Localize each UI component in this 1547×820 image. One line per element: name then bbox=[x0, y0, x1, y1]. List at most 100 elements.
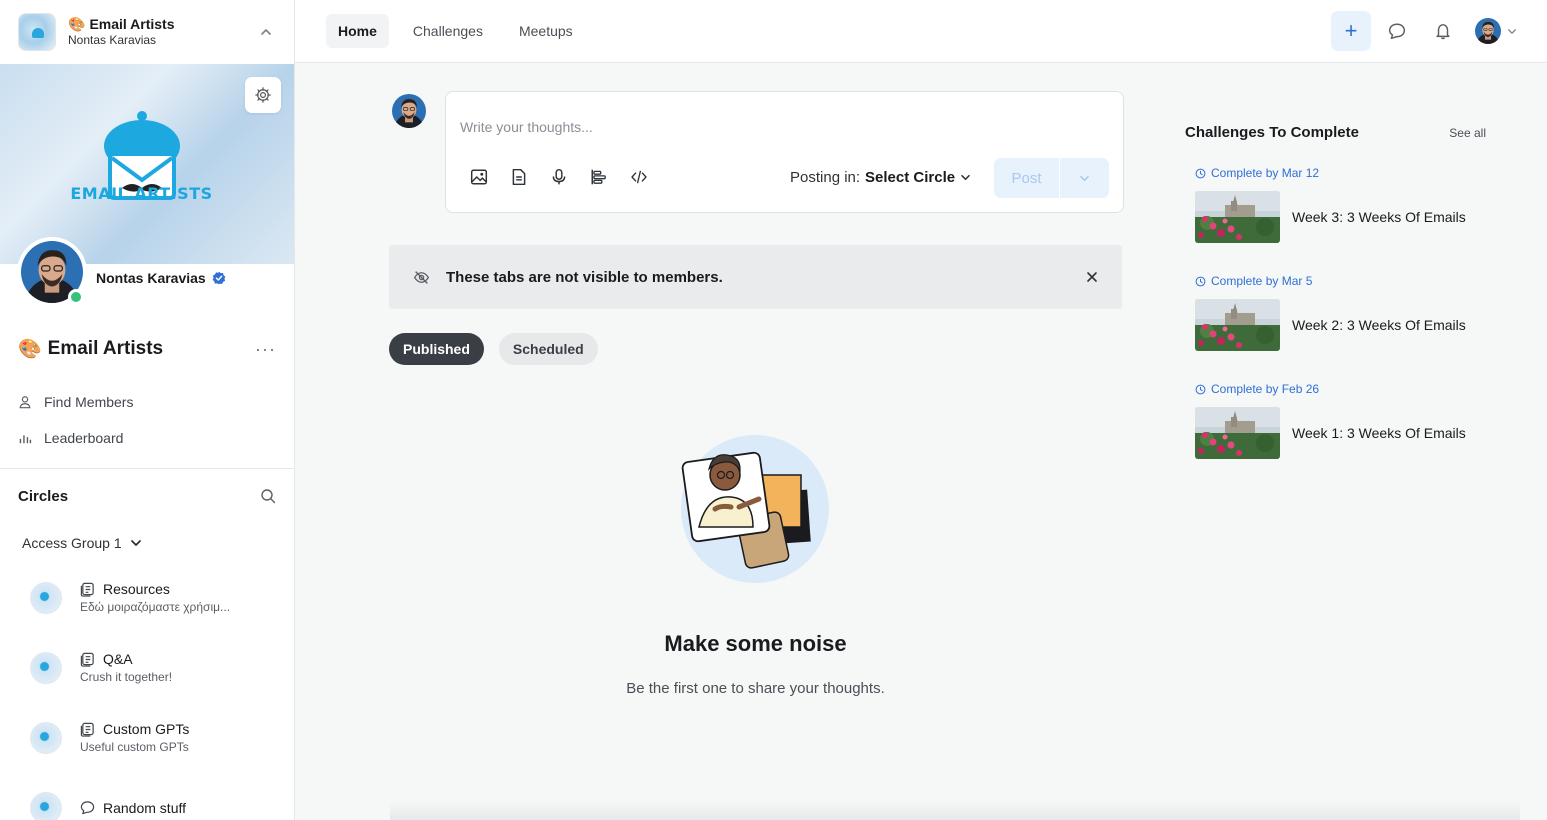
empty-state-title: Make some noise bbox=[664, 631, 847, 656]
circle-item-random-stuff[interactable]: Random stuff bbox=[0, 773, 294, 820]
nav-item-leaderboard[interactable]: Leaderboard bbox=[0, 420, 294, 456]
person-icon bbox=[19, 396, 31, 409]
circle-name: Custom GPTs bbox=[103, 721, 190, 738]
chat-icon bbox=[80, 801, 95, 815]
tab-challenges[interactable]: Challenges bbox=[401, 14, 495, 48]
composer-input[interactable]: Write your thoughts... bbox=[460, 119, 593, 135]
circle-avatar bbox=[30, 722, 62, 754]
create-button[interactable]: + bbox=[1331, 11, 1371, 51]
challenge-thumbnail bbox=[1195, 299, 1280, 351]
challenge-name: Week 3: 3 Weeks Of Emails bbox=[1292, 209, 1466, 225]
align-icon[interactable] bbox=[590, 168, 608, 186]
challenge-card[interactable]: Complete by Mar 5 Week 2: 3 Weeks Of Ema… bbox=[1195, 273, 1495, 351]
microphone-icon[interactable] bbox=[550, 168, 568, 186]
document-icon[interactable] bbox=[510, 168, 528, 186]
see-all-link[interactable]: See all bbox=[1449, 126, 1486, 140]
circle-avatar bbox=[30, 652, 62, 684]
workspace-emoji: 🎨 bbox=[68, 15, 86, 32]
nav-item-label: Find Members bbox=[44, 394, 134, 410]
community-header: 🎨 Email Artists ··· bbox=[0, 328, 294, 370]
access-group-dropdown[interactable]: Access Group 1 bbox=[0, 523, 294, 563]
clock-icon bbox=[1195, 276, 1206, 286]
post-options-button[interactable] bbox=[1060, 158, 1109, 198]
circle-item-custom-gpts[interactable]: Custom GPTs Useful custom GPTs bbox=[0, 703, 294, 773]
profile-name[interactable]: Nontas Karavias bbox=[96, 270, 206, 286]
circle-description: Εδώ μοιραζόμαστε χρήσιμ... bbox=[80, 600, 231, 615]
empty-state-illustration bbox=[681, 435, 829, 583]
bell-icon bbox=[1436, 24, 1450, 40]
circles-header: Circles bbox=[0, 469, 294, 523]
user-menu[interactable] bbox=[1475, 18, 1517, 44]
access-group-label: Access Group 1 bbox=[22, 535, 122, 551]
challenge-card[interactable]: Complete by Feb 26 Week 1: 3 Weeks Of Em… bbox=[1195, 381, 1495, 459]
chevron-down-icon bbox=[1080, 175, 1089, 181]
online-status-dot bbox=[68, 289, 84, 305]
circle-name: Random stuff bbox=[103, 799, 187, 816]
doc-icon bbox=[80, 652, 94, 667]
user-avatar bbox=[1475, 18, 1501, 44]
image-icon[interactable] bbox=[470, 168, 488, 186]
challenge-thumbnail bbox=[1195, 407, 1280, 459]
chat-icon bbox=[1388, 23, 1406, 40]
composer-avatar bbox=[392, 94, 426, 128]
posting-in-selector[interactable]: Posting in: Select Circle bbox=[790, 169, 971, 186]
gear-icon bbox=[255, 87, 271, 103]
community-cover bbox=[0, 64, 294, 264]
nav-item-label: Leaderboard bbox=[44, 430, 124, 446]
post-button-group: Post bbox=[994, 158, 1109, 198]
post-filter-tabs: Published Scheduled bbox=[389, 333, 598, 365]
challenge-card[interactable]: Complete by Mar 12 Week 3: 3 Weeks Of Em… bbox=[1195, 165, 1495, 243]
sidebar: 🎨 Email Artists Nontas Karavias EMAIL ART… bbox=[0, 0, 295, 820]
notifications-button[interactable] bbox=[1423, 11, 1463, 51]
chevron-down-icon bbox=[961, 174, 970, 181]
verified-badge-icon bbox=[212, 271, 226, 285]
eye-off-icon bbox=[413, 270, 430, 284]
community-nav: Find Members Leaderboard bbox=[0, 370, 294, 469]
circle-avatar bbox=[30, 582, 62, 614]
chevron-down-icon bbox=[130, 540, 141, 546]
circle-avatar bbox=[30, 792, 62, 820]
workspace-switcher[interactable]: 🎨 Email Artists Nontas Karavias bbox=[0, 0, 294, 64]
workspace-logo bbox=[18, 13, 56, 51]
code-icon[interactable] bbox=[630, 168, 648, 186]
community-title: Email Artists bbox=[47, 338, 164, 359]
challenge-name: Week 1: 3 Weeks Of Emails bbox=[1292, 425, 1466, 441]
tab-home[interactable]: Home bbox=[326, 14, 389, 48]
tab-meetups[interactable]: Meetups bbox=[507, 14, 585, 48]
notice-text: These tabs are not visible to members. bbox=[446, 268, 723, 286]
challenge-due-date: Complete by Mar 5 bbox=[1211, 274, 1313, 288]
scroll-shadow bbox=[390, 800, 1520, 820]
clock-icon bbox=[1195, 168, 1206, 178]
circles-title: Circles bbox=[18, 487, 69, 505]
challenge-due-date: Complete by Mar 12 bbox=[1211, 166, 1320, 180]
nav-item-find-members[interactable]: Find Members bbox=[0, 384, 294, 420]
doc-icon bbox=[80, 722, 94, 737]
top-bar: Home Challenges Meetups + bbox=[295, 0, 1547, 63]
challenge-name: Week 2: 3 Weeks Of Emails bbox=[1292, 317, 1466, 333]
leaderboard-icon bbox=[19, 435, 32, 444]
clock-icon bbox=[1195, 384, 1206, 394]
search-icon[interactable] bbox=[260, 488, 276, 504]
doc-icon bbox=[80, 582, 94, 597]
visibility-notice: These tabs are not visible to members. bbox=[389, 245, 1122, 309]
circle-item-qa[interactable]: Q&A Crush it together! bbox=[0, 633, 294, 703]
challenges-header: Challenges To Complete See all bbox=[1185, 124, 1486, 141]
filter-published[interactable]: Published bbox=[389, 333, 484, 365]
composer-toolbar bbox=[470, 168, 648, 186]
cover-settings-button[interactable] bbox=[245, 77, 281, 113]
challenge-thumbnail bbox=[1195, 191, 1280, 243]
filter-scheduled[interactable]: Scheduled bbox=[498, 333, 598, 365]
chevron-up-icon[interactable] bbox=[256, 22, 276, 42]
post-button[interactable]: Post bbox=[994, 158, 1060, 198]
more-options-icon[interactable]: ··· bbox=[255, 339, 276, 360]
close-icon[interactable] bbox=[1086, 271, 1098, 283]
challenge-due-date: Complete by Feb 26 bbox=[1211, 382, 1320, 396]
messages-button[interactable] bbox=[1377, 11, 1417, 51]
profile-summary: Nontas Karavias bbox=[0, 237, 294, 333]
circle-description: Useful custom GPTs bbox=[80, 740, 189, 755]
empty-state-subtitle: Be the first one to share your thoughts. bbox=[626, 680, 885, 697]
posting-in-label: Posting in: bbox=[790, 169, 861, 186]
posting-in-value: Select Circle bbox=[865, 169, 956, 186]
circle-name: Resources bbox=[103, 581, 170, 598]
circle-item-resources[interactable]: Resources Εδώ μοιραζόμαστε χρήσιμ... bbox=[0, 563, 294, 633]
